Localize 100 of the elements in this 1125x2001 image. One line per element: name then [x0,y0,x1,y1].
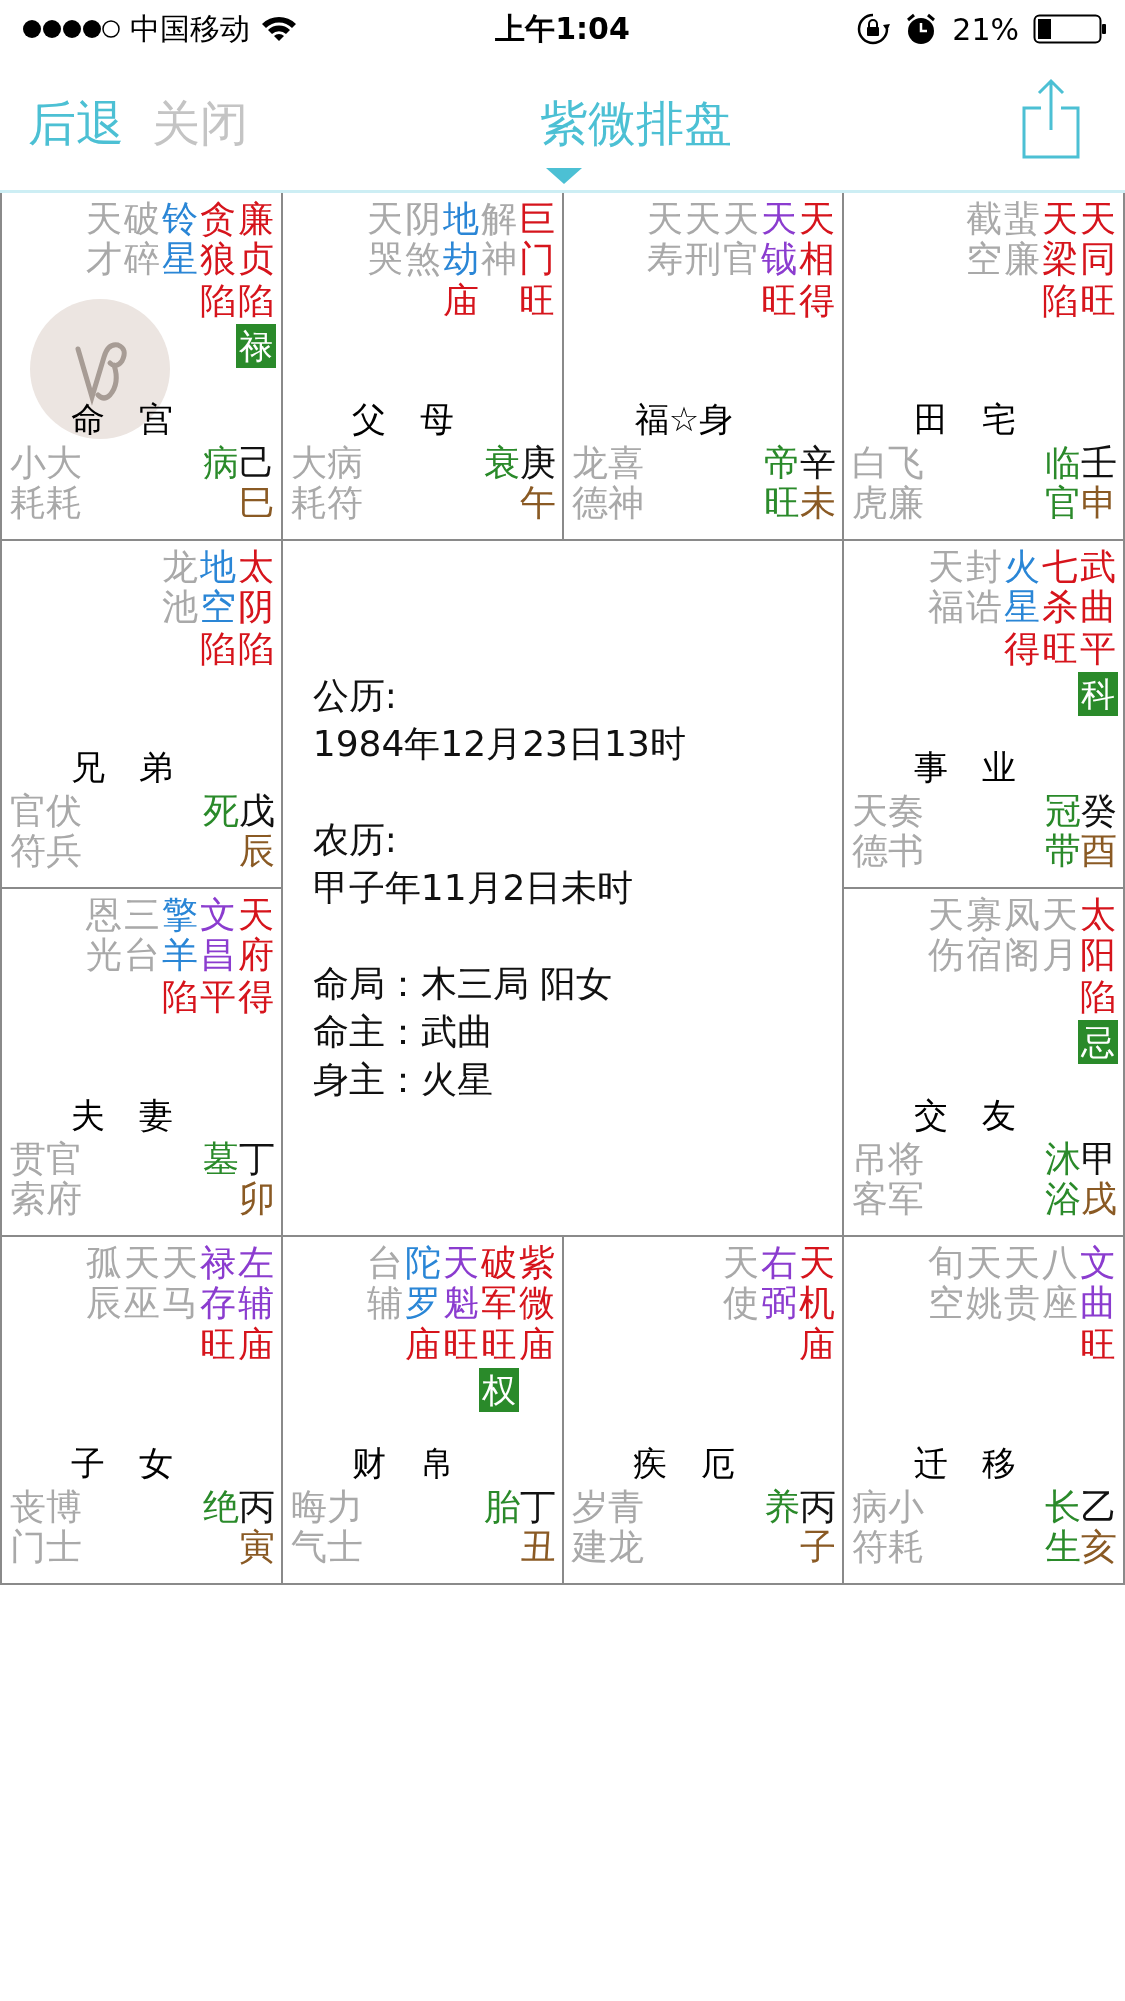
star-name: 寡宿 [966,895,1002,975]
earthly-branch: 申 [1081,482,1117,523]
birth-info-line: 公历: [312,674,398,718]
star-name: 天同 [1080,199,1116,279]
indicator-triangle-icon [546,168,582,184]
earthly-branch: 戌 [1081,1178,1117,1219]
life-stage: 胎 [483,1487,520,1527]
star-name: 天相 [799,199,836,279]
star-name: 天使 [723,1243,760,1323]
deity-name: 病符 [326,443,363,523]
birth-info-line: 农历: [312,818,398,862]
life-stage: 沐浴 [1045,1139,1081,1219]
star-name: 太阳 [1080,895,1116,975]
birth-info-line: 命主：武曲 [312,1010,494,1054]
earthly-branch: 酉 [1081,830,1117,871]
star-name: 禄存 [199,1243,236,1323]
share-icon [1021,77,1081,160]
star-brightness: 庙 [237,1323,274,1368]
palace-name: 财 帛 [352,1443,455,1483]
life-stage: 死 [202,791,239,831]
heavenly-stem: 丙 [238,1487,275,1527]
star-name: 破军 [480,1243,517,1323]
deity-name: 大耗 [290,443,327,523]
life-stage: 冠带 [1045,791,1081,871]
star-brightness: 平 [199,975,236,1020]
deity-name: 龙德 [571,443,608,523]
star-brightness: 得 [799,279,836,324]
star-name: 天寿 [647,199,684,279]
star-brightness: 旺 [480,1323,517,1368]
deity-name: 飞廉 [888,443,925,523]
palace-name: 子 女 [71,1443,174,1483]
star-brightness: 旺 [761,279,798,324]
deity-name: 青龙 [607,1487,644,1567]
palace-name: 福☆身 [634,399,734,439]
deity-name: 官符 [10,791,46,871]
birth-info-line: 1984年12月23日13时 [312,722,687,766]
heavenly-stem: 戊 [238,791,275,831]
deity-name: 伏兵 [46,791,82,871]
star-name: 凤阁 [1004,895,1040,975]
clock-time: 上午1:04 [495,10,630,46]
deity-name: 丧门 [10,1487,46,1567]
star-name: 解神 [480,199,517,279]
star-name: 火星 [1004,547,1040,627]
palace-name: 交 友 [913,1095,1016,1135]
transform-badge: 权 [478,1368,519,1413]
battery-icon [1033,14,1107,44]
earthly-branch: 辰 [238,830,275,871]
star-name: 阴煞 [404,199,441,279]
deity-name: 博士 [46,1487,82,1567]
heavenly-stem: 癸 [1081,791,1117,831]
star-brightness: 旺 [518,279,555,324]
star-name: 天伤 [928,895,964,975]
earthly-branch: 寅 [238,1526,275,1567]
deity-name: 大耗 [46,443,82,523]
star-name: 天巫 [123,1243,160,1323]
star-name: 天福 [928,547,964,627]
star-name: 右弼 [761,1243,798,1323]
palace-name: 命 宫 [71,399,174,439]
life-stage: 墓 [202,1139,239,1179]
earthly-branch: 午 [519,482,556,523]
star-name: 天马 [161,1243,198,1323]
star-brightness: 陷 [1080,975,1116,1020]
earthly-branch: 巳 [238,482,275,523]
star-name: 陀罗 [404,1243,441,1323]
earthly-branch: 子 [800,1526,837,1567]
earthly-branch: 未 [800,482,837,523]
heavenly-stem: 甲 [1081,1139,1117,1179]
heavenly-stem: 丙 [800,1487,837,1527]
deity-name: 岁建 [571,1487,608,1567]
star-brightness: 陷 [1042,279,1078,324]
palace-name: 夫 妻 [71,1095,174,1135]
star-brightness: 庙 [442,279,479,324]
star-brightness: 陷 [237,279,274,324]
star-name: 天梁 [1042,199,1078,279]
star-brightness: 旺 [199,1323,236,1368]
star-name: 左辅 [237,1243,274,1323]
star-brightness: 旺 [1042,627,1078,672]
star-name: 天刑 [685,199,722,279]
star-name: 天才 [85,199,122,279]
deity-name: 晦气 [290,1487,327,1567]
star-name: 台辅 [366,1243,403,1323]
heavenly-stem: 壬 [1081,443,1117,483]
star-brightness: 旺 [442,1323,479,1368]
palace-name: 疾 厄 [632,1443,735,1483]
star-name: 天官 [723,199,760,279]
back-button[interactable]: 后退 [28,92,124,156]
rotation-lock-icon [856,12,891,46]
palace-name: 兄 弟 [71,747,174,787]
life-stage: 养 [764,1487,801,1527]
transform-badge: 禄 [235,324,276,369]
life-stage: 病 [202,443,239,483]
palace-name: 迁 移 [913,1443,1016,1483]
star-name: 八座 [1042,1243,1078,1323]
star-brightness: 庙 [799,1323,836,1368]
deity-name: 病符 [852,1487,889,1567]
birth-info-line: 甲子年11月2日未时 [312,866,635,910]
star-brightness: 旺 [1080,279,1116,324]
star-name: 廉贞 [237,199,274,279]
star-brightness: 陷 [199,627,236,672]
star-name: 紫微 [518,1243,555,1323]
